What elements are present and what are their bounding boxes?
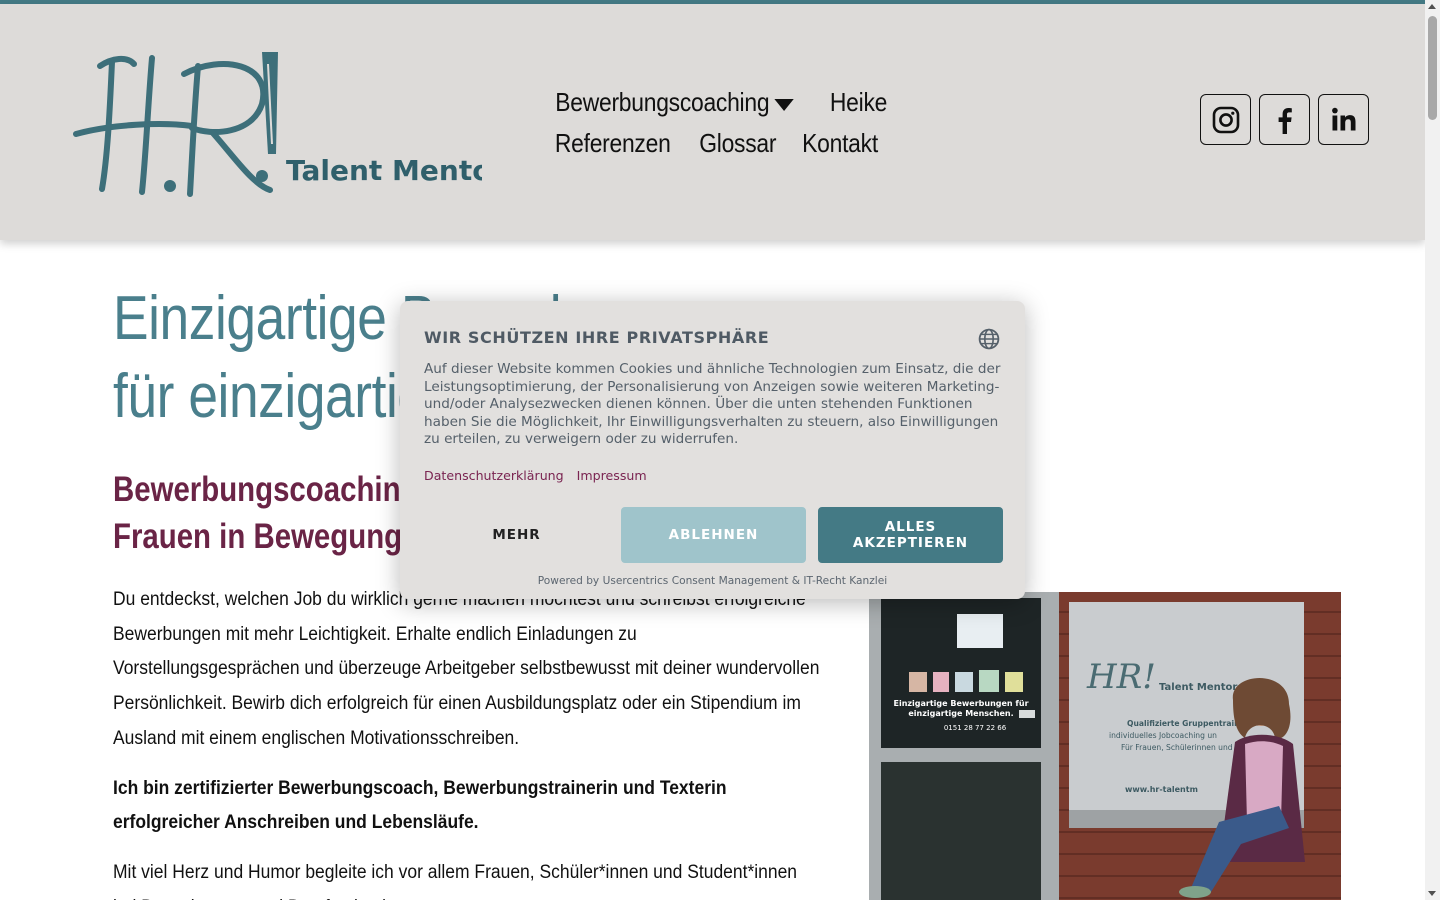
intro-paragraph-1: Du entdeckst, welchen Job du wirklich ge…	[113, 589, 820, 749]
chevron-down-icon	[774, 98, 794, 111]
accept-all-button[interactable]: ALLES AKZEPTIEREN	[818, 507, 1003, 563]
board-line-2: individuelles Jobcoaching un	[1109, 731, 1217, 740]
instagram-button[interactable]	[1200, 94, 1251, 145]
site-logo[interactable]: Talent Mentor	[72, 44, 505, 204]
linkedin-button[interactable]	[1318, 94, 1369, 145]
facebook-icon	[1278, 107, 1292, 134]
board-line-1: Qualifizierte Gruppentrain	[1127, 719, 1239, 728]
intro-paragraph-3: Mit viel Herz und Humor begleite ich vor…	[113, 861, 798, 900]
logo-graphic: Talent Mentor	[73, 52, 505, 197]
nav-item-kontakt[interactable]: Kontakt	[803, 123, 879, 164]
board-line-3: Für Frauen, Schülerinnen und	[1121, 743, 1233, 752]
door-phone: 0151 28 77 22 66	[944, 724, 1007, 732]
consent-text: Auf dieser Website kommen Cookies und äh…	[424, 361, 1001, 448]
page-scrollbar[interactable]	[1425, 0, 1440, 900]
instagram-icon	[1212, 106, 1239, 133]
consent-title: WIR SCHÜTZEN IHRE PRIVATSPHÄRE	[424, 328, 770, 347]
powered-by: Powered by Usercentrics Consent Manageme…	[537, 575, 888, 587]
board-logo: HR!	[1086, 657, 1156, 697]
nav-label-bewerbungscoaching: Bewerbungscoaching	[555, 87, 770, 117]
social-links	[1200, 94, 1369, 145]
nav-item-glossar[interactable]: Glossar	[699, 123, 776, 164]
board-wordmark: Talent Mentor	[1159, 682, 1237, 693]
facebook-button[interactable]	[1259, 94, 1310, 145]
subtitle-line-2: Frauen in Bewegung	[113, 517, 403, 556]
scroll-up-icon[interactable]	[1428, 4, 1436, 9]
nav-item-bewerbungscoaching[interactable]: Bewerbungscoaching	[555, 82, 794, 123]
cookie-consent-dialog: WIR SCHÜTZEN IHRE PRIVATSPHÄRE Auf diese…	[400, 301, 1025, 599]
imprint-link[interactable]: Impressum	[577, 468, 647, 483]
scroll-down-icon[interactable]	[1428, 891, 1436, 896]
privacy-policy-link[interactable]: Datenschutzerklärung	[424, 468, 564, 483]
intro-text: Du entdeckst, welchen Job du wirklich ge…	[113, 583, 833, 900]
logo-wordmark: Talent Mentor	[286, 154, 482, 187]
consent-buttons: MEHR ABLEHNEN ALLES AKZEPTIEREN	[424, 507, 1003, 563]
board-url: www.hr-talentm	[1125, 785, 1198, 794]
intro-paragraph-2: Ich bin zertifizierter Bewerbungscoach, …	[113, 777, 727, 834]
nav-item-referenzen[interactable]: Referenzen	[554, 123, 670, 164]
globe-icon[interactable]	[978, 328, 1000, 350]
door-sign-line-2: einzigartige Menschen.	[908, 709, 1013, 718]
door-sign-line-1: Einzigartige Bewerbungen für	[893, 699, 1028, 708]
consent-links: Datenschutzerklärung Impressum	[424, 468, 647, 483]
nav-item-heike[interactable]: Heike	[830, 82, 887, 123]
scrollbar-thumb[interactable]	[1428, 16, 1437, 120]
more-button[interactable]: MEHR	[424, 507, 609, 563]
deny-button[interactable]: ABLEHNEN	[621, 507, 806, 563]
linkedin-icon	[1331, 107, 1355, 130]
site-header: Talent Mentor Bewerbungscoaching Heike R…	[0, 4, 1425, 240]
main-nav: Bewerbungscoaching Heike Referenzen Glos…	[540, 82, 890, 164]
hero-photo: Einzigartige Bewerbungen für einzigartig…	[869, 592, 1341, 900]
storefront-photo: Einzigartige Bewerbungen für einzigartig…	[869, 592, 1341, 900]
